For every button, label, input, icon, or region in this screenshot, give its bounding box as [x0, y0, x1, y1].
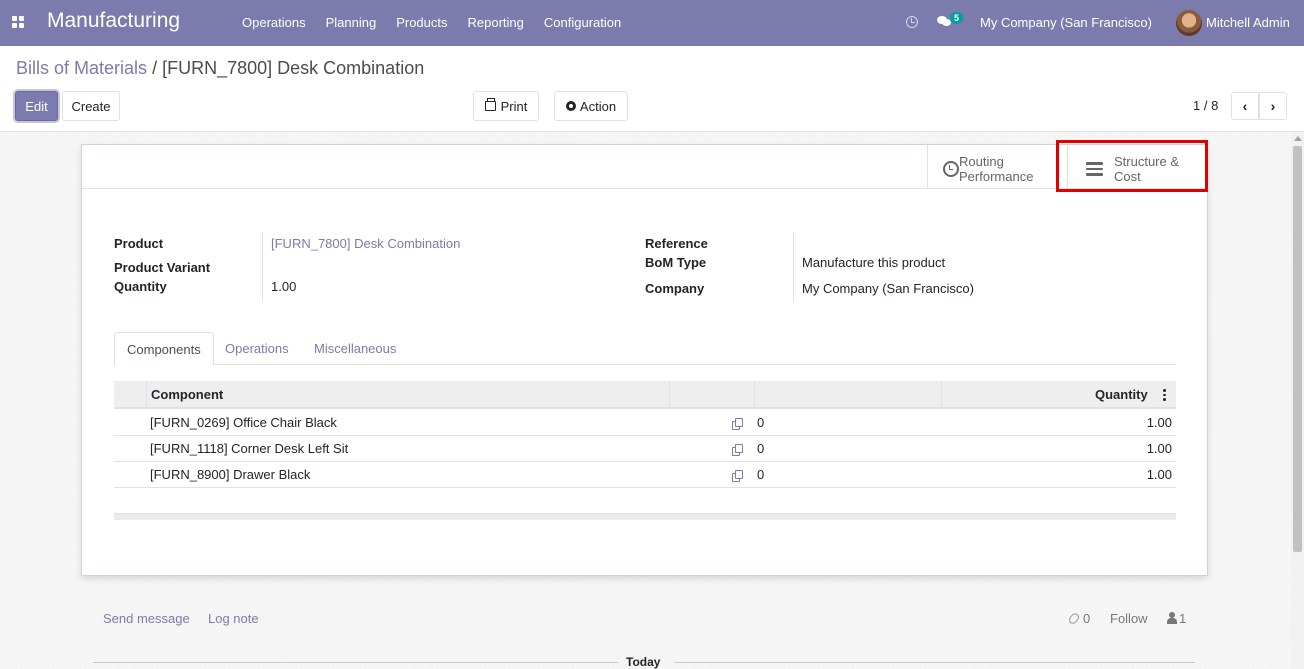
product-variant-label: Product Variant — [114, 260, 211, 275]
bars-icon — [1086, 162, 1103, 176]
quantity-label: Quantity — [114, 279, 167, 294]
attachment-count[interactable]: 0 — [1083, 611, 1090, 626]
routing-label-line1: Routing — [959, 154, 1004, 169]
tab-miscellaneous[interactable]: Miscellaneous — [302, 332, 408, 365]
product-field[interactable]: [FURN_7800] Desk Combination — [271, 236, 460, 251]
activity-clock-icon[interactable] — [906, 16, 918, 28]
reference-label: Reference — [645, 236, 708, 251]
quantity-field[interactable]: 1.00 — [271, 279, 296, 294]
action-button[interactable]: Action — [554, 91, 628, 121]
breadcrumb-parent[interactable]: Bills of Materials — [16, 58, 147, 78]
company-switcher[interactable]: My Company (San Francisco) — [980, 15, 1152, 30]
followers-count[interactable]: 1 — [1179, 611, 1186, 626]
breadcrumb: Bills of Materials / [FURN_7800] Desk Co… — [16, 58, 424, 79]
table-footer — [114, 513, 1176, 520]
company-label: Company — [645, 281, 705, 296]
column-separator — [669, 381, 670, 409]
create-button[interactable]: Create — [62, 91, 120, 121]
component-cell: [FURN_1118] Corner Desk Left Sit — [150, 441, 349, 456]
column-component[interactable]: Component — [151, 381, 223, 409]
structure-cost-button[interactable]: Structure & Cost — [1067, 145, 1207, 189]
operations-cell: 0 — [757, 415, 765, 430]
follow-button[interactable]: Follow — [1110, 611, 1148, 626]
table-row[interactable]: [FURN_0269] Office Chair Black 0 1.00 — [114, 410, 1176, 436]
column-quantity[interactable]: Quantity — [1095, 381, 1148, 409]
action-label: Action — [579, 98, 617, 114]
pager-value[interactable]: 1 / 8 — [1193, 98, 1218, 113]
print-button[interactable]: Print — [473, 91, 539, 121]
product-label: Product — [114, 236, 164, 251]
followers-icon[interactable] — [1167, 612, 1177, 624]
user-avatar[interactable] — [1176, 10, 1202, 36]
copy-icon[interactable] — [732, 444, 743, 456]
bom-type-field[interactable]: Manufacture this product — [802, 255, 945, 270]
quantity-cell: 1.00 — [1146, 441, 1172, 456]
print-icon — [484, 98, 496, 111]
company-field[interactable]: My Company (San Francisco) — [802, 281, 974, 296]
send-message-button[interactable]: Send message — [103, 611, 190, 626]
user-menu[interactable]: Mitchell Admin — [1206, 15, 1290, 30]
structure-label-line2: Cost — [1114, 169, 1141, 184]
column-separator — [754, 381, 755, 409]
gear-icon — [565, 101, 576, 111]
breadcrumb-current: [FURN_7800] Desk Combination — [162, 58, 425, 78]
column-separator — [146, 381, 147, 409]
scroll-up-arrow-icon[interactable] — [1294, 136, 1302, 141]
structure-label-line1: Structure & — [1114, 154, 1180, 169]
optional-columns-icon[interactable] — [1163, 389, 1166, 401]
log-note-button[interactable]: Log note — [208, 611, 259, 626]
operations-cell: 0 — [757, 467, 765, 482]
date-divider-label: Today — [626, 655, 661, 669]
quantity-cell: 1.00 — [1146, 467, 1172, 482]
apps-menu-icon[interactable] — [12, 16, 24, 28]
pager-previous-button[interactable]: ‹ — [1231, 92, 1259, 120]
copy-icon[interactable] — [732, 418, 743, 430]
messages-icon[interactable] — [937, 15, 951, 26]
menu-products[interactable]: Products — [396, 15, 447, 30]
pager-next-button[interactable]: › — [1259, 92, 1287, 120]
component-cell: [FURN_8900] Drawer Black — [150, 467, 311, 482]
messages-badge: 5 — [950, 12, 964, 24]
menu-reporting[interactable]: Reporting — [468, 15, 524, 30]
smart-button-box: Routing Performance Structure & Cost — [82, 145, 1207, 189]
date-divider-line — [93, 662, 618, 663]
scrollbar-thumb[interactable] — [1293, 146, 1302, 552]
table-row[interactable]: [FURN_1118] Corner Desk Left Sit 0 1.00 — [114, 436, 1176, 462]
operations-cell: 0 — [757, 441, 765, 456]
component-cell: [FURN_0269] Office Chair Black — [150, 415, 337, 430]
date-divider-line — [674, 662, 1195, 663]
quantity-cell: 1.00 — [1146, 415, 1172, 430]
column-separator — [941, 381, 942, 409]
components-table-header: Component Quantity — [114, 381, 1176, 409]
routing-label-line2: Performance — [959, 169, 1034, 184]
menu-planning[interactable]: Planning — [326, 15, 377, 30]
breadcrumb-separator: / — [152, 58, 158, 78]
routing-performance-button[interactable]: Routing Performance — [927, 145, 1067, 189]
field-separator — [262, 232, 263, 300]
tab-components[interactable]: Components — [114, 332, 214, 366]
app-title[interactable]: Manufacturing — [47, 9, 180, 33]
clock-icon — [943, 161, 959, 177]
menu-operations[interactable]: Operations — [242, 15, 306, 30]
field-separator — [793, 232, 794, 302]
top-navbar: Manufacturing Operations Planning Produc… — [0, 0, 1304, 46]
edit-button[interactable]: Edit — [15, 91, 58, 121]
tab-operations[interactable]: Operations — [213, 332, 301, 365]
copy-icon[interactable] — [732, 470, 743, 482]
print-label: Print — [500, 98, 528, 114]
bom-type-label: BoM Type — [645, 255, 707, 270]
menu-configuration[interactable]: Configuration — [544, 15, 621, 30]
notebook-tabs: Components Operations Miscellaneous — [114, 332, 1176, 366]
main-menu: Operations Planning Products Reporting C… — [242, 15, 641, 30]
table-row[interactable]: [FURN_8900] Drawer Black 0 1.00 — [114, 462, 1176, 488]
